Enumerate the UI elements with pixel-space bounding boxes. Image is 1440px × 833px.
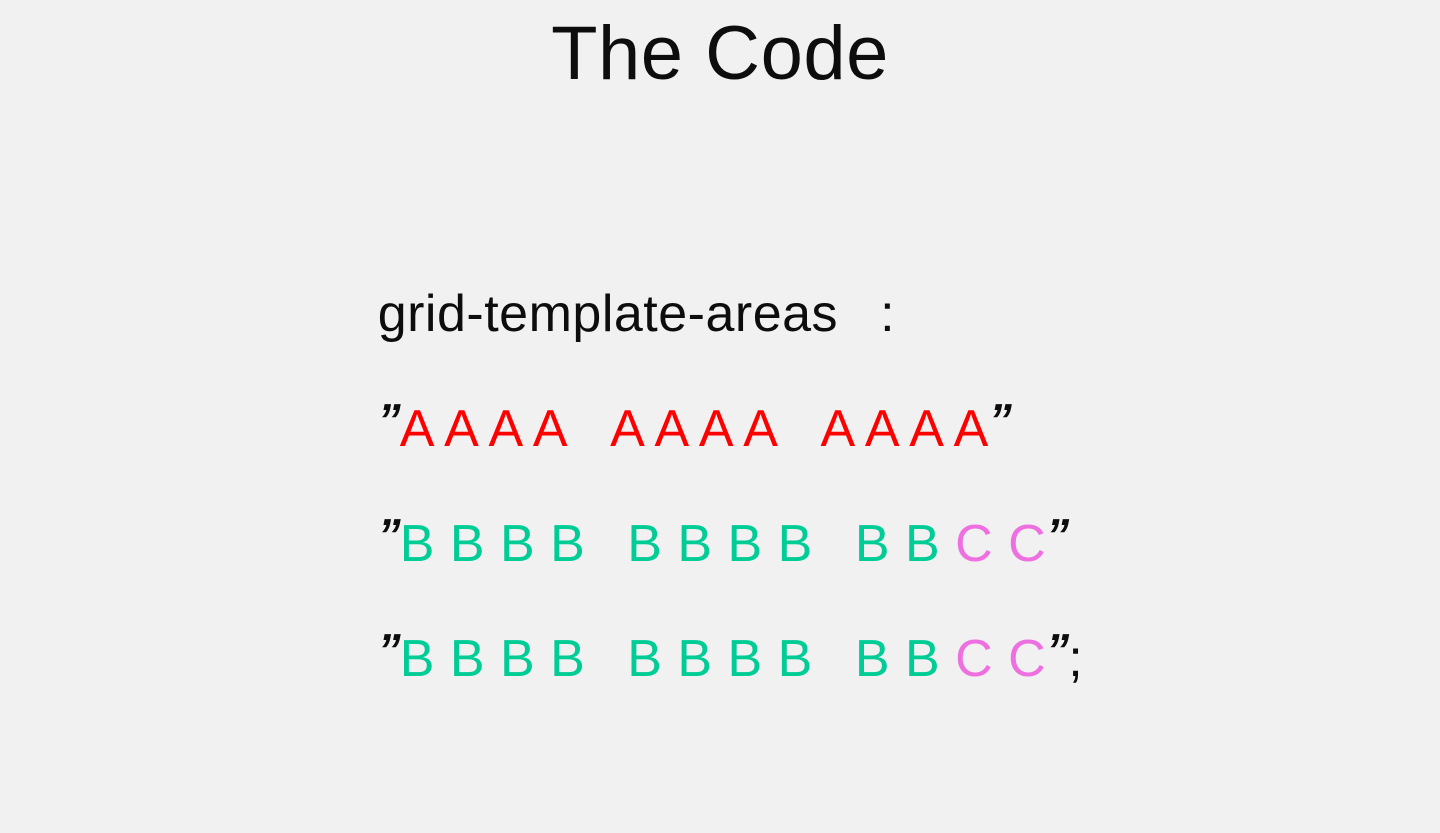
grid-area-group: A A A A	[610, 400, 779, 458]
grid-area-group: B B B B	[627, 630, 813, 688]
close-quote-row-2: ”	[1046, 509, 1069, 561]
grid-area-group: A A A A	[399, 400, 569, 458]
grid-area-group: B B	[854, 630, 941, 688]
grid-area-group: C C	[955, 630, 1047, 688]
open-quote-row-2: ”	[377, 509, 401, 561]
grid-area-group: B B B B	[627, 515, 813, 573]
grid-area-group: C C	[955, 515, 1047, 573]
close-quote-row-1: ”	[988, 394, 1012, 446]
page-title: The Code	[551, 11, 889, 96]
css-property-name: grid-template-areas	[377, 285, 839, 343]
close-quote-row-3: ”	[1046, 624, 1069, 676]
grid-area-group: A A A A	[820, 400, 989, 458]
code-block: grid-template-areas: ”A A A AA A A AA A …	[288, 142, 1083, 688]
grid-area-group: B B B B	[399, 515, 586, 573]
statement-terminator: ;	[1068, 630, 1084, 688]
open-quote-row-3: ”	[377, 624, 401, 676]
open-quote-row-1: ”	[377, 394, 401, 446]
grid-area-group: B B	[854, 515, 941, 573]
grid-area-group: B B B B	[399, 630, 586, 688]
css-property-colon: :	[880, 285, 896, 343]
code-line-property: grid-template-areas:	[288, 142, 1083, 343]
slide-canvas: The Code grid-template-areas: ”A A A AA …	[0, 0, 1440, 688]
